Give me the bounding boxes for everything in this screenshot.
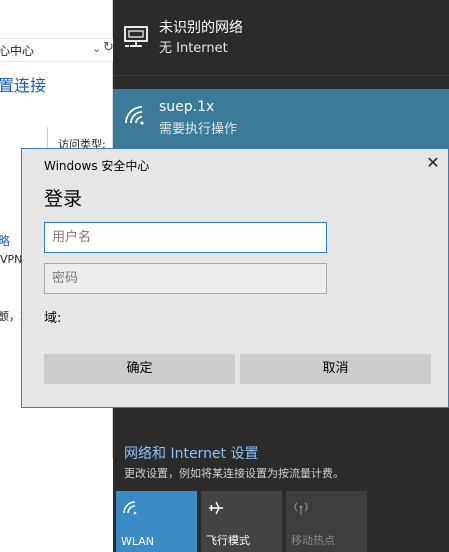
ok-button[interactable]: 确定 bbox=[44, 354, 235, 384]
wifi-icon bbox=[123, 103, 149, 133]
airplane-icon bbox=[207, 499, 225, 521]
network-settings-link[interactable]: 网络和 Internet 设置 bbox=[124, 443, 259, 463]
mobile-hotspot-label: 移动热点 bbox=[291, 534, 335, 547]
network-name: suep.1x bbox=[159, 99, 215, 115]
airplane-mode-tile[interactable]: 飞行模式 bbox=[201, 491, 282, 552]
windows-security-dialog: Windows 安全中心 ✕ 登录 域: 确定 取消 bbox=[21, 148, 449, 408]
network-item-unidentified[interactable]: 未识别的网络 无 Internet bbox=[113, 0, 449, 76]
network-name: 未识别的网络 bbox=[159, 20, 243, 36]
close-icon[interactable]: ✕ bbox=[422, 152, 444, 174]
mobile-hotspot-tile[interactable]: 移动热点 bbox=[286, 491, 367, 552]
network-item-suep[interactable]: suep.1x 需要执行操作 bbox=[113, 89, 449, 151]
chevron-down-icon[interactable]: ⌄ bbox=[92, 42, 101, 55]
wlan-toggle-tile[interactable]: WLAN bbox=[116, 491, 197, 552]
domain-label: 域: bbox=[44, 311, 62, 326]
address-text: 心中心 bbox=[0, 44, 35, 58]
vpn-text: VPN bbox=[0, 253, 23, 266]
airplane-mode-label: 飞行模式 bbox=[206, 534, 250, 547]
settings-description: 更改设置，例如将某连接设置为按流量计费。 bbox=[124, 467, 344, 480]
network-link[interactable]: 略 bbox=[0, 232, 10, 249]
setup-connection-link[interactable]: 置连接 bbox=[0, 72, 46, 96]
username-input[interactable] bbox=[44, 222, 327, 253]
cancel-button[interactable]: 取消 bbox=[240, 354, 431, 384]
dialog-heading: 登录 bbox=[44, 188, 83, 210]
desktop-screen: 心中心 ⌄ ↻ 置连接 访问类型: 略 VPN 颤，或 未识别的网络 无 Int… bbox=[0, 0, 449, 552]
wifi-icon bbox=[122, 499, 140, 521]
wlan-label: WLAN bbox=[121, 535, 155, 548]
password-input[interactable] bbox=[44, 263, 327, 294]
wired-network-icon bbox=[123, 24, 151, 54]
dialog-title: Windows 安全中心 bbox=[44, 159, 150, 173]
address-bar[interactable]: 心中心 ⌄ ↻ bbox=[0, 38, 114, 62]
network-status: 需要执行操作 bbox=[159, 122, 238, 137]
hotspot-icon bbox=[292, 499, 310, 521]
network-status: 无 Internet bbox=[159, 41, 228, 56]
